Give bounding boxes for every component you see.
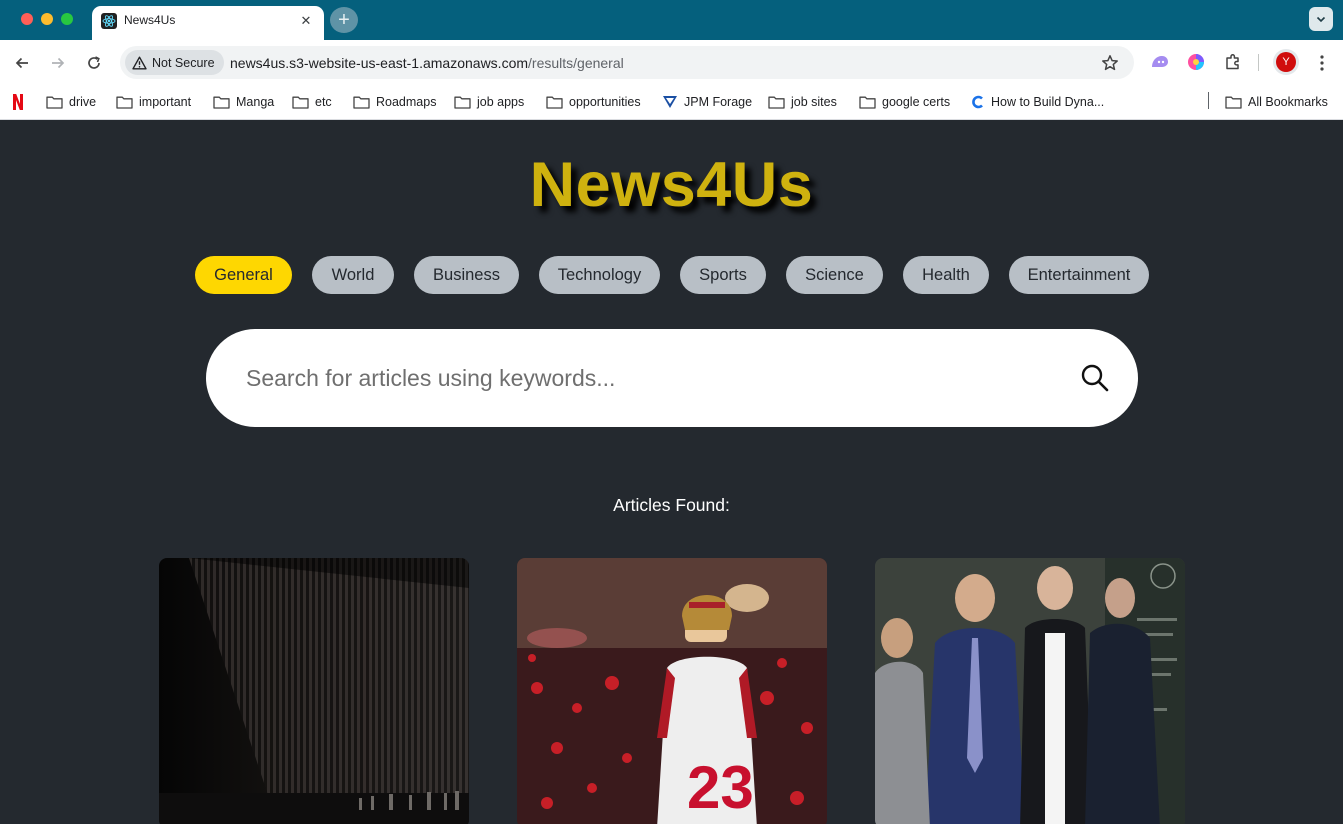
bookmark-item[interactable]: important xyxy=(116,92,191,112)
bookmarks-bar: drive important Manga etc Roadmaps job apps op… xyxy=(0,85,1343,120)
folder-icon xyxy=(116,96,133,109)
folder-icon xyxy=(292,96,309,109)
react-favicon-icon xyxy=(101,13,117,29)
browser-title-bar: News4Us ✕ + xyxy=(0,0,1343,40)
extension-color-icon[interactable] xyxy=(1185,51,1207,73)
category-pill-general[interactable]: General xyxy=(195,256,292,294)
reload-icon xyxy=(88,56,100,69)
bookmark-item[interactable]: Manga xyxy=(213,92,274,112)
all-bookmarks-label: All Bookmarks xyxy=(1248,95,1328,109)
bookmark-item[interactable]: How to Build Dyna... xyxy=(971,92,1104,112)
category-pill-entertainment[interactable]: Entertainment xyxy=(1009,256,1149,294)
chevron-down-icon xyxy=(1316,16,1326,23)
bookmark-item[interactable]: etc xyxy=(292,92,332,112)
netflix-icon xyxy=(13,94,23,110)
toolbar-divider xyxy=(1258,54,1259,71)
new-tab-button[interactable]: + xyxy=(330,7,358,33)
bookmark-item[interactable]: google certs xyxy=(859,92,950,112)
forage-icon xyxy=(663,96,677,108)
bookmark-item[interactable]: Roadmaps xyxy=(353,92,436,112)
category-pill-business[interactable]: Business xyxy=(414,256,519,294)
arrow-right-icon xyxy=(52,57,65,69)
bookmark-label: important xyxy=(139,95,192,109)
tab-search-button[interactable] xyxy=(1309,7,1333,31)
bookmark-label: Manga xyxy=(236,95,275,109)
search-bar xyxy=(206,329,1138,427)
football-player-photo: 23 xyxy=(517,558,827,824)
category-pill-technology[interactable]: Technology xyxy=(539,256,660,294)
profile-avatar[interactable]: Y xyxy=(1276,52,1296,72)
article-card[interactable] xyxy=(875,558,1185,824)
bookmark-label: Roadmaps xyxy=(376,95,437,109)
bookmark-label: How to Build Dyna... xyxy=(991,95,1105,109)
folder-icon xyxy=(213,96,230,109)
courthouse-people-photo xyxy=(875,558,1185,824)
close-window-button[interactable] xyxy=(21,13,33,25)
bookmark-label: google certs xyxy=(882,95,951,109)
bookmark-item[interactable]: JPM Forage xyxy=(662,92,752,112)
bookmark-label: JPM Forage xyxy=(684,95,753,109)
bookmark-item[interactable]: job sites xyxy=(768,92,837,112)
extensions-puzzle-icon[interactable] xyxy=(1222,51,1244,73)
address-bar[interactable]: Not Secure news4us.s3-website-us-east-1.… xyxy=(120,46,1134,79)
bookmark-label: job sites xyxy=(791,95,837,109)
arrow-left-icon xyxy=(15,57,28,69)
folder-icon xyxy=(353,96,370,109)
bookmark-item[interactable]: job apps xyxy=(454,92,524,112)
folder-icon xyxy=(46,96,63,109)
category-pill-sports[interactable]: Sports xyxy=(680,256,766,294)
tab-close-icon[interactable]: ✕ xyxy=(297,12,315,30)
browser-tab-active[interactable]: News4Us ✕ xyxy=(92,6,324,40)
security-label: Not Secure xyxy=(152,55,215,70)
folder-icon xyxy=(546,96,563,109)
folder-icon xyxy=(768,96,785,109)
url-text[interactable]: news4us.s3-website-us-east-1.amazonaws.c… xyxy=(230,55,624,71)
border-fence-photo xyxy=(159,558,469,824)
bookmark-netflix[interactable] xyxy=(12,92,24,112)
url-path: /results/general xyxy=(528,55,624,71)
all-bookmarks[interactable]: All Bookmarks xyxy=(1225,92,1328,112)
reload-button[interactable] xyxy=(83,52,105,74)
warning-icon xyxy=(132,56,147,69)
tab-title: News4Us xyxy=(124,13,176,27)
minimize-window-button[interactable] xyxy=(41,13,53,25)
folder-icon xyxy=(859,96,876,109)
bookmark-item[interactable]: drive xyxy=(46,92,96,112)
search-button[interactable] xyxy=(1076,359,1114,397)
url-domain: news4us.s3-website-us-east-1.amazonaws.c… xyxy=(230,55,529,71)
article-card[interactable]: 23 xyxy=(517,558,827,824)
jersey-number: 23 xyxy=(687,754,754,821)
results-heading: Articles Found: xyxy=(613,495,730,515)
security-indicator[interactable]: Not Secure xyxy=(125,50,224,75)
category-pill-science[interactable]: Science xyxy=(786,256,883,294)
more-menu-icon[interactable] xyxy=(1313,52,1331,74)
browser-toolbar: Not Secure news4us.s3-website-us-east-1.… xyxy=(0,40,1343,85)
category-pill-world[interactable]: World xyxy=(312,256,394,294)
site-logo[interactable]: News4Us xyxy=(0,149,1343,221)
category-pill-health[interactable]: Health xyxy=(903,256,989,294)
bookmark-star-icon[interactable] xyxy=(1100,53,1120,73)
search-icon xyxy=(1081,364,1109,392)
extension-ai-icon[interactable] xyxy=(1149,51,1171,73)
bookmark-label: drive xyxy=(69,95,97,109)
search-input[interactable] xyxy=(246,357,1046,399)
folder-icon xyxy=(454,96,471,109)
bookmark-label: opportunities xyxy=(569,95,641,109)
back-button[interactable] xyxy=(11,52,33,74)
bookmark-label: job apps xyxy=(477,95,525,109)
maximize-window-button[interactable] xyxy=(61,13,73,25)
bookmark-label: etc xyxy=(315,95,332,109)
forward-button[interactable] xyxy=(47,52,69,74)
bookmarks-divider xyxy=(1208,92,1209,109)
bookmark-item[interactable]: opportunities xyxy=(546,92,641,112)
c-logo-icon xyxy=(972,95,983,109)
folder-icon xyxy=(1225,96,1242,109)
article-card[interactable] xyxy=(159,558,469,824)
news4us-page: News4Us General World Business Technology Sp… xyxy=(0,121,1343,824)
